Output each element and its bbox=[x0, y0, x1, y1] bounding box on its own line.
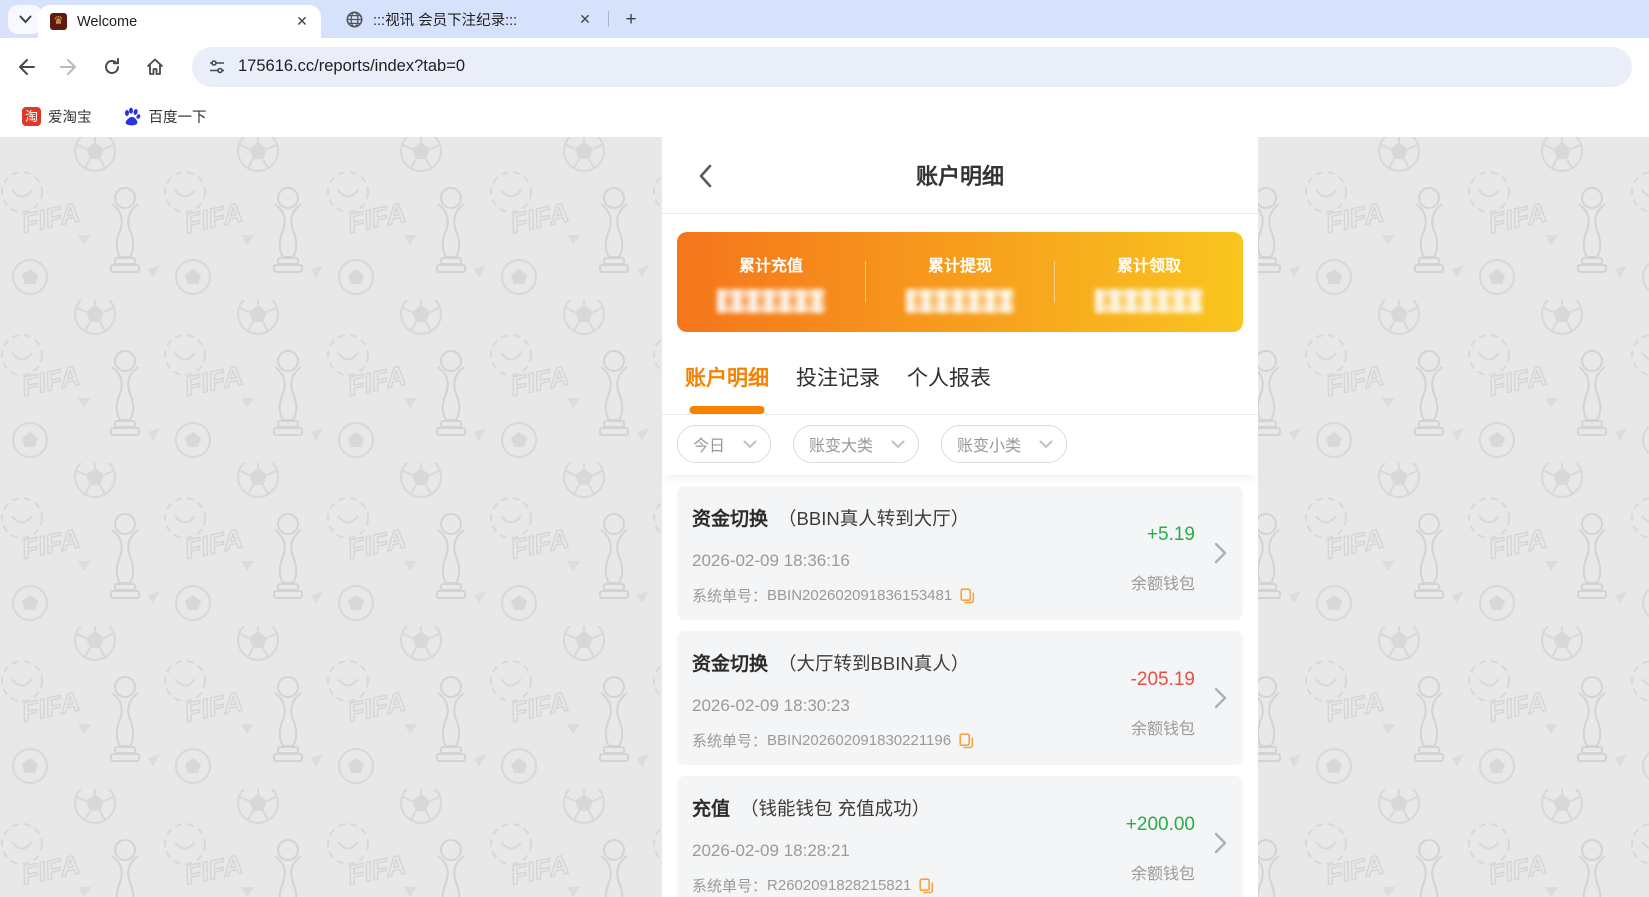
taobao-icon: 淘 bbox=[22, 106, 41, 126]
page-title: 账户明细 bbox=[915, 164, 1004, 189]
summary-label: 累计领取 bbox=[1116, 257, 1181, 275]
chevron-left-icon bbox=[699, 164, 712, 188]
record-item[interactable]: 资金切换 （BBIN真人转到大厅） 2026-02-09 18:36:16 系统… bbox=[677, 486, 1243, 620]
record-detail: （大厅转到BBIN真人） bbox=[778, 653, 970, 674]
tab-personal-report[interactable]: 个人报表 bbox=[907, 362, 991, 414]
back-button[interactable] bbox=[9, 50, 43, 84]
browser-tab-strip: ♛ Welcome ✕ :::视讯 会员下注纪录::: ✕ + bbox=[0, 0, 1649, 38]
copy-icon bbox=[919, 877, 934, 893]
chevron-down-icon bbox=[1039, 440, 1053, 448]
forward-button[interactable] bbox=[52, 50, 86, 84]
wallet-name: 余额钱包 bbox=[1130, 721, 1195, 738]
wallet-name: 余额钱包 bbox=[1130, 866, 1195, 883]
reload-icon bbox=[105, 57, 119, 74]
filter-label: 今日 bbox=[693, 438, 726, 455]
reload-button[interactable] bbox=[95, 50, 129, 84]
order-number: R2602091828215821 bbox=[767, 877, 912, 894]
tab-title: :::视讯 会员下注纪录::: bbox=[373, 12, 518, 29]
record-type: 资金切换 bbox=[692, 509, 769, 530]
record-datetime: 2026-02-09 18:30:23 bbox=[692, 696, 850, 715]
order-number: BBIN202602091830221196 bbox=[767, 732, 952, 749]
url-text[interactable]: 175616.cc/reports/index?tab=0 bbox=[238, 57, 465, 76]
section-tabs: 账户明细 投注记录 个人报表 bbox=[662, 332, 1258, 415]
chevron-right-icon bbox=[1214, 687, 1227, 709]
total-claimed: 累计领取 bbox=[1055, 252, 1243, 313]
web-page: FIFA 账户明细 bbox=[0, 137, 1649, 897]
site-settings-tune-icon[interactable] bbox=[208, 58, 226, 76]
totals-summary-card: 累计充值 累计提现 累计领取 bbox=[677, 232, 1243, 332]
tab-account-detail[interactable]: 账户明细 bbox=[685, 362, 769, 414]
chevron-right-icon bbox=[1214, 542, 1227, 564]
copy-icon bbox=[960, 587, 975, 603]
filter-date-dropdown[interactable]: 今日 bbox=[677, 425, 772, 463]
amount-value: +5.19 bbox=[1146, 524, 1195, 545]
address-bar[interactable]: 175616.cc/reports/index?tab=0 bbox=[192, 46, 1632, 87]
chevron-right-icon bbox=[1214, 832, 1227, 854]
summary-label: 累计提现 bbox=[927, 257, 992, 275]
masked-amount bbox=[906, 288, 1014, 313]
chevron-down-icon bbox=[19, 15, 31, 24]
filters-row: 今日 账变大类 账变小类 bbox=[662, 415, 1258, 475]
wallet-name: 余额钱包 bbox=[1130, 576, 1195, 593]
record-type: 资金切换 bbox=[692, 654, 769, 675]
browser-toolbar: 175616.cc/reports/index?tab=0 bbox=[0, 38, 1649, 95]
copy-button[interactable] bbox=[959, 732, 974, 749]
bookmark-baidu[interactable]: 百度一下 bbox=[114, 102, 215, 131]
masked-amount bbox=[1095, 288, 1203, 313]
home-button[interactable] bbox=[138, 50, 172, 84]
close-icon[interactable]: ✕ bbox=[293, 13, 311, 31]
bookmark-aitaobao[interactable]: 淘 爱淘宝 bbox=[14, 102, 100, 131]
filter-major-category-dropdown[interactable]: 账变大类 bbox=[793, 425, 920, 463]
copy-button[interactable] bbox=[919, 877, 934, 894]
records-list: 资金切换 （BBIN真人转到大厅） 2026-02-09 18:36:16 系统… bbox=[662, 475, 1258, 897]
account-detail-panel: 账户明细 累计充值 累计提现 累计领取 账户明细 投注记录 个人报表 今日 账变… bbox=[662, 137, 1258, 897]
globe-icon bbox=[346, 11, 363, 27]
record-item[interactable]: 充值 （钱能钱包 充值成功） 2026-02-09 18:28:21 系统单号：… bbox=[677, 776, 1243, 897]
record-datetime: 2026-02-09 18:28:21 bbox=[692, 841, 850, 860]
summary-label: 累计充值 bbox=[738, 257, 803, 275]
copy-icon bbox=[959, 732, 974, 748]
back-chevron-button[interactable] bbox=[688, 159, 722, 193]
casino-crest-icon: ♛ bbox=[50, 13, 67, 30]
tab-bet-records[interactable]: 投注记录 bbox=[796, 362, 880, 414]
order-label: 系统单号： bbox=[692, 733, 768, 750]
tab-betting-records[interactable]: :::视讯 会员下注纪录::: ✕ bbox=[330, 0, 602, 38]
close-icon[interactable]: ✕ bbox=[576, 10, 594, 28]
new-tab-button[interactable]: + bbox=[618, 7, 644, 33]
forward-arrow-icon bbox=[60, 58, 76, 75]
amount-value: +200.00 bbox=[1125, 814, 1195, 835]
baidu-paw-icon bbox=[124, 107, 140, 126]
copy-button[interactable] bbox=[960, 587, 975, 604]
total-withdraw: 累计提现 bbox=[866, 252, 1054, 313]
record-type: 充值 bbox=[692, 799, 731, 820]
tab-search-button[interactable] bbox=[8, 5, 42, 34]
filter-label: 账变大类 bbox=[809, 438, 874, 455]
record-detail: （钱能钱包 充值成功） bbox=[740, 798, 931, 819]
filter-label: 账变小类 bbox=[957, 438, 1022, 455]
record-datetime: 2026-02-09 18:36:16 bbox=[692, 551, 850, 570]
total-recharge: 累计充值 bbox=[677, 252, 865, 313]
tab-title: Welcome bbox=[77, 13, 138, 30]
chevron-down-icon bbox=[743, 440, 757, 448]
order-label: 系统单号： bbox=[692, 588, 768, 605]
home-icon bbox=[147, 58, 163, 75]
masked-amount bbox=[717, 288, 825, 313]
bookmark-label: 百度一下 bbox=[148, 109, 207, 126]
record-item[interactable]: 资金切换 （大厅转到BBIN真人） 2026-02-09 18:30:23 系统… bbox=[677, 631, 1243, 765]
tab-welcome[interactable]: ♛ Welcome ✕ bbox=[38, 5, 321, 38]
order-label: 系统单号： bbox=[692, 878, 768, 895]
record-detail: （BBIN真人转到大厅） bbox=[778, 508, 970, 529]
amount-value: -205.19 bbox=[1130, 669, 1195, 690]
bookmarks-bar: 淘 爱淘宝 百度一下 bbox=[0, 95, 1649, 137]
page-header: 账户明细 bbox=[662, 137, 1258, 214]
tab-separator bbox=[608, 11, 609, 27]
back-arrow-icon bbox=[19, 58, 35, 75]
chevron-down-icon bbox=[891, 440, 905, 448]
order-number: BBIN202602091836153481 bbox=[767, 587, 953, 604]
bookmark-label: 爱淘宝 bbox=[48, 109, 92, 126]
filter-minor-category-dropdown[interactable]: 账变小类 bbox=[941, 425, 1068, 463]
